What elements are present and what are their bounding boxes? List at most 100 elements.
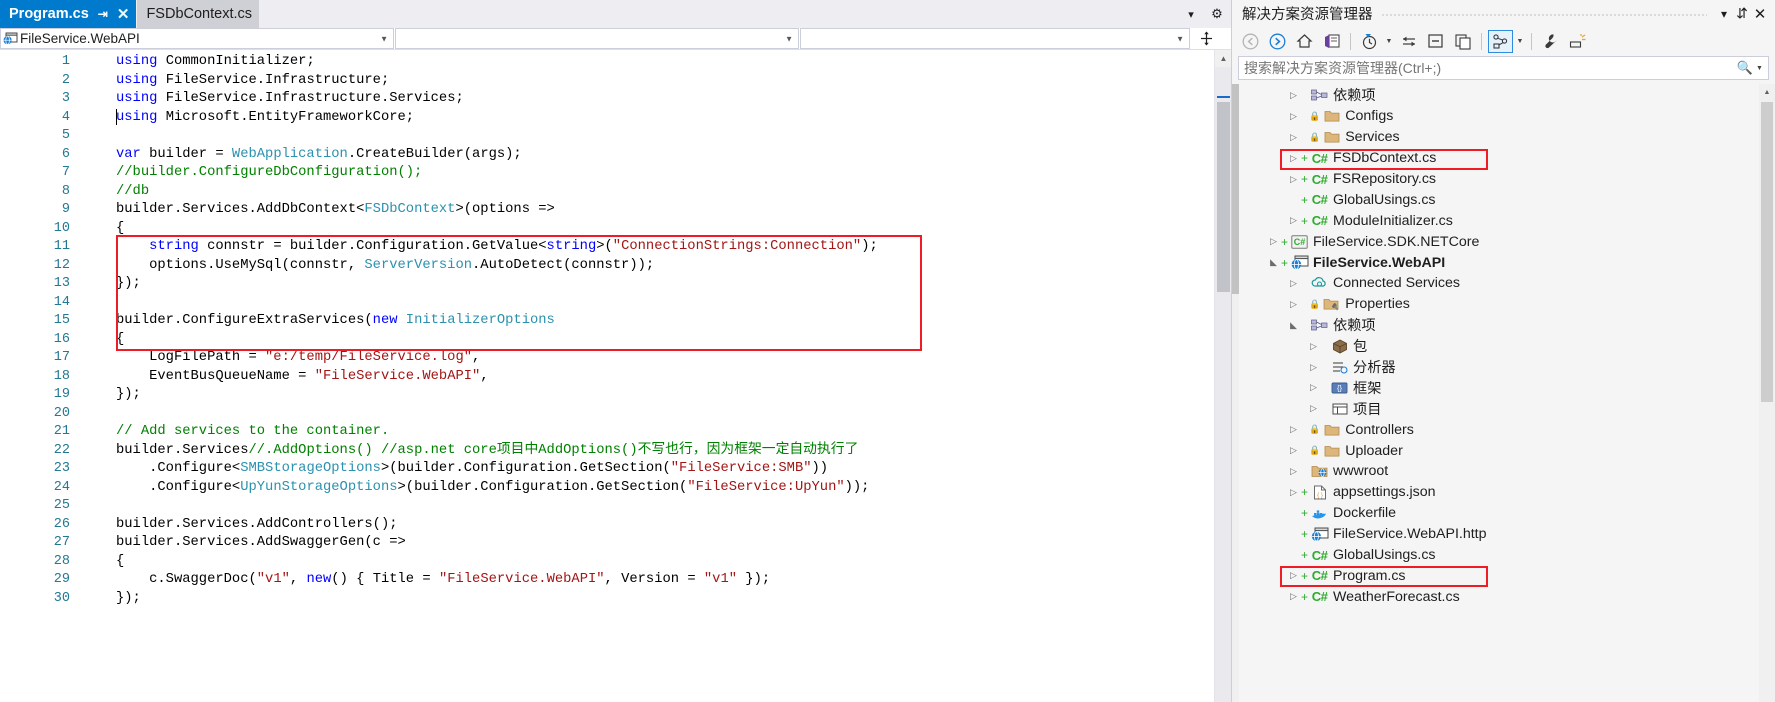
code-line[interactable]: });: [78, 590, 1231, 609]
tree-node-configs[interactable]: ▷ 🔒 Configs: [1239, 106, 1775, 127]
tree-node-[interactable]: ▷ 项目: [1239, 398, 1775, 419]
member-selector[interactable]: ▼: [800, 28, 1190, 49]
code-text[interactable]: using CommonInitializer; using FileServic…: [78, 50, 1231, 702]
tree-node-fileservice-webapi-http[interactable]: + FileService.WebAPI.http: [1239, 524, 1775, 545]
tree-node-dockerfile[interactable]: + Dockerfile: [1239, 503, 1775, 524]
expander-collapsed-icon[interactable]: ▷: [1287, 299, 1300, 309]
tree-node-globalusings-cs[interactable]: + C# GlobalUsings.cs: [1239, 189, 1775, 210]
chevron-down-icon[interactable]: ▼: [1756, 65, 1768, 72]
expander-collapsed-icon[interactable]: ▷: [1287, 278, 1300, 288]
project-selector[interactable]: FileService.WebAPI ▼: [0, 28, 394, 49]
code-line[interactable]: .Configure<UpYunStorageOptions>(builder.…: [78, 479, 1231, 498]
tree-node-globalusings-cs[interactable]: + C# GlobalUsings.cs: [1239, 545, 1775, 566]
tree-node-fsdbcontext-cs[interactable]: ▷ + C# FSDbContext.cs: [1239, 148, 1775, 169]
code-line[interactable]: });: [78, 386, 1231, 405]
expander-collapsed-icon[interactable]: ▷: [1307, 341, 1320, 351]
code-line[interactable]: using FileService.Infrastructure;: [78, 72, 1231, 91]
expander-collapsed-icon[interactable]: ▷: [1287, 425, 1300, 434]
code-line[interactable]: using CommonInitializer;: [78, 53, 1231, 72]
tree-node-[interactable]: ▷ {} 框架: [1239, 377, 1775, 398]
se-close-icon[interactable]: ✕: [1751, 5, 1769, 23]
solution-explorer-search[interactable]: 🔍 ▼: [1238, 56, 1769, 80]
refresh-icon[interactable]: [1396, 30, 1421, 53]
expander-collapsed-icon[interactable]: ▷: [1307, 362, 1320, 372]
chevron-down-icon[interactable]: ▼: [1515, 38, 1525, 45]
code-line[interactable]: c.SwaggerDoc("v1", new() { Title = "File…: [78, 571, 1231, 590]
expander-collapsed-icon[interactable]: ▷: [1287, 132, 1300, 142]
expander-collapsed-icon[interactable]: ▷: [1287, 592, 1300, 601]
code-line[interactable]: {: [78, 331, 1231, 350]
scrollbar-thumb[interactable]: [1232, 84, 1239, 294]
tree-node-controllers[interactable]: ▷ 🔒 Controllers: [1239, 419, 1775, 440]
tree-left-scrollbar[interactable]: [1232, 84, 1239, 702]
tab-fsdbcontext-cs[interactable]: FSDbContext.cs: [137, 0, 261, 28]
forward-arrow-icon[interactable]: [1265, 30, 1290, 53]
expander-collapsed-icon[interactable]: ▷: [1287, 111, 1300, 121]
scroll-up-arrow-icon[interactable]: ▲: [1215, 50, 1231, 67]
code-line[interactable]: // Add services to the container.: [78, 423, 1231, 442]
expander-collapsed-icon[interactable]: ▷: [1267, 237, 1280, 246]
tree-node-uploader[interactable]: ▷ 🔒 Uploader: [1239, 440, 1775, 461]
pin-icon[interactable]: ⇥: [98, 8, 108, 20]
back-arrow-icon[interactable]: [1238, 30, 1263, 53]
se-dropdown-button[interactable]: ▾: [1715, 7, 1733, 21]
tree-node-[interactable]: ▷ 依赖项: [1239, 85, 1775, 106]
code-editor[interactable]: 1 2 3 4 5 6 7 8 9 10 11 12 13 14 15 16 17 18 19 20 21 22 23 24 2…: [0, 50, 1231, 702]
code-line[interactable]: LogFilePath = "e:/temp/FileService.log",: [78, 349, 1231, 368]
view-code-icon[interactable]: [1488, 29, 1513, 53]
code-line[interactable]: using Microsoft.EntityFrameworkCore;: [78, 109, 1231, 128]
code-line[interactable]: [78, 405, 1231, 424]
scrollbar-thumb[interactable]: [1217, 102, 1230, 292]
code-line[interactable]: builder.ConfigureExtraServices(new Initi…: [78, 312, 1231, 331]
code-line[interactable]: .Configure<SMBStorageOptions>(builder.Co…: [78, 460, 1231, 479]
split-window-icon[interactable]: [1191, 28, 1221, 49]
tree-node-weatherforecast-cs[interactable]: ▷ + C# WeatherForecast.cs: [1239, 586, 1775, 607]
expander-expanded-icon[interactable]: ◢: [1287, 320, 1300, 330]
expander-collapsed-icon[interactable]: ▷: [1287, 153, 1300, 163]
code-line[interactable]: [78, 497, 1231, 516]
code-line[interactable]: //db: [78, 183, 1231, 202]
scroll-up-arrow-icon[interactable]: ▲: [1759, 84, 1775, 100]
tree-node-wwwroot[interactable]: ▷ wwwroot: [1239, 461, 1775, 482]
code-line[interactable]: string connstr = builder.Configuration.G…: [78, 238, 1231, 257]
close-icon[interactable]: ✕: [117, 7, 130, 22]
tree-node-[interactable]: ▷ 分析器: [1239, 357, 1775, 378]
tree-node-fileservice-sdk-netcore[interactable]: ▷ + C# FileService.SDK.NETCore: [1239, 231, 1775, 252]
pending-changes-filter-icon[interactable]: [1357, 30, 1382, 53]
collapse-all-icon[interactable]: [1423, 30, 1448, 53]
expander-collapsed-icon[interactable]: ▷: [1287, 174, 1300, 184]
code-line[interactable]: {: [78, 220, 1231, 239]
chevron-down-icon[interactable]: ▼: [785, 34, 793, 43]
sync-with-active-document-icon[interactable]: [1319, 30, 1344, 53]
show-all-files-icon[interactable]: [1450, 30, 1475, 53]
tree-node-fsrepository-cs[interactable]: ▷ + C# FSRepository.cs: [1239, 169, 1775, 190]
editor-vertical-scrollbar[interactable]: ▲: [1214, 50, 1231, 702]
expander-collapsed-icon[interactable]: ▷: [1287, 446, 1300, 455]
solution-tree[interactable]: ▷ 依赖项 ▷ 🔒 Configs ▷ 🔒 Services ▷ + C# FSDbContex…: [1232, 84, 1775, 702]
search-input[interactable]: [1239, 59, 1734, 77]
tree-node-moduleinitializer-cs[interactable]: ▷ + C# ModuleInitializer.cs: [1239, 210, 1775, 231]
scrollbar-thumb[interactable]: [1761, 102, 1773, 402]
tree-node-[interactable]: ◢ 依赖项: [1239, 315, 1775, 336]
tab-settings-gear-icon[interactable]: ⚙: [1209, 6, 1225, 22]
expander-collapsed-icon[interactable]: ▷: [1307, 404, 1320, 413]
tab-dropdown-button[interactable]: ▾: [1183, 8, 1199, 21]
tree-node-program-cs[interactable]: ▷ + C# Program.cs: [1239, 565, 1775, 586]
type-selector[interactable]: ▼: [395, 28, 799, 49]
tree-vertical-scrollbar[interactable]: ▲: [1759, 84, 1775, 702]
expander-expanded-icon[interactable]: ◢: [1267, 257, 1280, 267]
tree-node-properties[interactable]: ▷ 🔒 Properties: [1239, 294, 1775, 315]
code-line[interactable]: //builder.ConfigureDbConfiguration();: [78, 164, 1231, 183]
code-line[interactable]: builder.Services//.AddOptions() //asp.ne…: [78, 442, 1231, 461]
search-icon[interactable]: 🔍: [1734, 60, 1756, 76]
tree-node-[interactable]: ▷ 包: [1239, 336, 1775, 357]
drag-handle-dots[interactable]: [1380, 0, 1707, 27]
tree-node-services[interactable]: ▷ 🔒 Services: [1239, 127, 1775, 148]
code-line[interactable]: var builder = WebApplication.CreateBuild…: [78, 146, 1231, 165]
expander-collapsed-icon[interactable]: ▷: [1287, 571, 1300, 580]
expander-collapsed-icon[interactable]: ▷: [1287, 466, 1300, 476]
chevron-down-icon[interactable]: ▼: [1176, 34, 1184, 43]
code-line[interactable]: options.UseMySql(connstr, ServerVersion.…: [78, 257, 1231, 276]
code-line[interactable]: [78, 294, 1231, 313]
se-pin-icon[interactable]: ⇵: [1733, 5, 1751, 22]
